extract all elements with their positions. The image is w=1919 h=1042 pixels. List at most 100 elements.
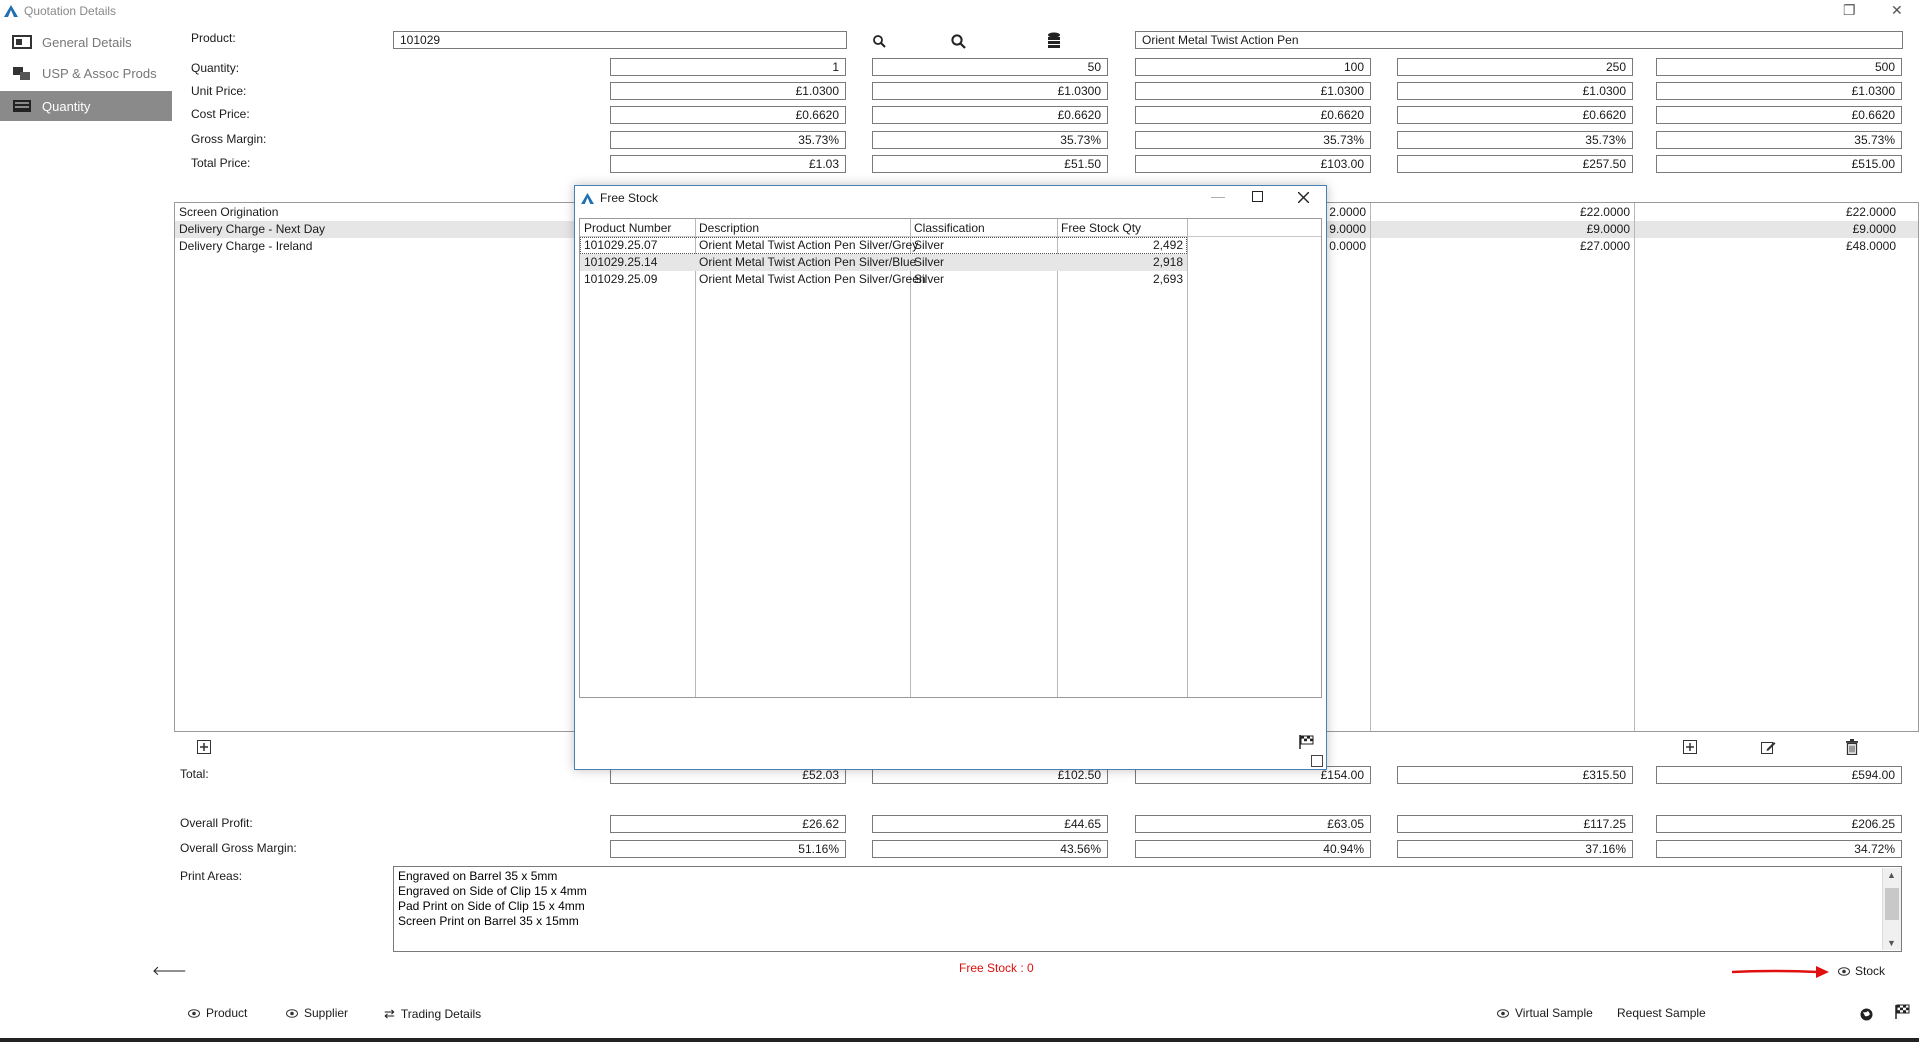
close-icon[interactable] [1298,192,1309,203]
nav-item-usp-assoc-prods[interactable]: USP & Assoc Prods [0,58,172,88]
scroll-up-icon[interactable]: ▲ [1887,870,1896,880]
product-name-field[interactable]: Orient Metal Twist Action Pen [1135,31,1903,49]
col-header-description[interactable]: Description [695,219,910,237]
resize-grip[interactable] [1311,755,1323,767]
footer-product-link[interactable]: Product [188,1006,247,1020]
unit-price-field[interactable]: £1.0300 [1397,82,1633,100]
nav-label: General Details [42,34,132,50]
cost-price-field[interactable]: £0.6620 [872,106,1108,124]
grid-cell-product-number[interactable]: 101029.25.14 [580,254,695,271]
back-arrow-icon[interactable]: 🡐 [152,963,187,979]
overall-profit-field[interactable]: £26.62 [610,815,846,833]
grid-cell-product-number[interactable]: 101029.25.09 [580,271,695,288]
overall-gross-margin-field[interactable]: 40.94% [1135,840,1371,858]
col-header-classification[interactable]: Classification [910,219,1057,237]
overall-gross-margin-field[interactable]: 37.16% [1397,840,1633,858]
gross-margin-field[interactable]: 35.73% [1656,131,1902,149]
maximize-button[interactable] [1252,191,1263,202]
grid-cell-classification[interactable]: Silver [910,271,1057,288]
total-price-field[interactable]: £515.00 [1656,155,1902,173]
close-button[interactable]: ✕ [1891,2,1903,19]
search-large-icon[interactable] [950,33,966,49]
unit-price-field[interactable]: £1.0300 [872,82,1108,100]
minimize-button[interactable]: — [1211,188,1225,204]
print-areas-textarea[interactable]: Engraved on Barrel 35 x 5mm Engraved on … [393,866,1902,952]
overall-gross-margin-field[interactable]: 43.56% [872,840,1108,858]
col-header-product-number[interactable]: Product Number [580,219,695,237]
total-field[interactable]: £594.00 [1656,766,1902,784]
dialog-title: Free Stock [600,191,659,205]
overall-profit-field[interactable]: £44.65 [872,815,1108,833]
checkered-flag-icon[interactable] [1895,1004,1911,1020]
overall-profit-field[interactable]: £63.05 [1135,815,1371,833]
cost-price-field[interactable]: £0.6620 [610,106,846,124]
free-stock-grid[interactable]: Product Number Description Classificatio… [579,218,1322,698]
overall-profit-field[interactable]: £117.25 [1397,815,1633,833]
database-icon[interactable] [1046,32,1062,48]
free-stock-dialog: Free Stock — Product Number Description … [574,185,1327,770]
grid-cell-product-number[interactable]: 101029.25.07 [580,237,695,254]
unit-price-field[interactable]: £1.0300 [610,82,846,100]
total-field[interactable]: £315.50 [1397,766,1633,784]
virtual-sample-link[interactable]: Virtual Sample [1497,1006,1593,1020]
quantity-label: Quantity: [191,61,240,75]
quantity-field[interactable]: 250 [1397,58,1633,76]
grid-cell-classification[interactable]: Silver [910,254,1057,271]
gross-margin-field[interactable]: 35.73% [1135,131,1371,149]
unit-price-field[interactable]: £1.0300 [1135,82,1371,100]
edit-icon[interactable] [1760,739,1776,755]
total-price-field[interactable]: £51.50 [872,155,1108,173]
add-charge-icon[interactable] [196,739,212,755]
overall-profit-field[interactable]: £206.25 [1656,815,1902,833]
delete-icon[interactable] [1844,739,1860,755]
grid-cell-description[interactable]: Orient Metal Twist Action Pen Silver/Gre… [695,237,918,254]
unit-price-field[interactable]: £1.0300 [1656,82,1902,100]
quantity-field[interactable]: 50 [872,58,1108,76]
footer-trading-label: Trading Details [400,1007,482,1021]
scrollbar-thumb[interactable] [1885,888,1899,920]
grid-cell-free-stock-qty[interactable]: 2,918 [1057,254,1187,271]
quantity-field[interactable]: 1 [610,58,846,76]
gross-margin-field[interactable]: 35.73% [610,131,846,149]
globe-icon[interactable] [1858,1006,1874,1022]
restore-button[interactable]: ❐ [1843,2,1856,19]
cost-price-field[interactable]: £0.6620 [1397,106,1633,124]
gross-margin-field[interactable]: 35.73% [872,131,1108,149]
checkered-flag-icon[interactable] [1299,734,1315,750]
footer-supplier-link[interactable]: Supplier [286,1006,348,1020]
charge-name[interactable]: Delivery Charge - Next Day [179,221,325,238]
charge-value: £22.0000 [1579,205,1630,219]
request-sample-link[interactable]: Request Sample [1617,1006,1706,1020]
total-price-field[interactable]: £1.03 [610,155,846,173]
column-divider [1634,203,1635,731]
quantity-field[interactable]: 100 [1135,58,1371,76]
grid-cell-free-stock-qty[interactable]: 2,492 [1057,237,1187,254]
overall-gross-margin-field[interactable]: 51.16% [610,840,846,858]
search-icon[interactable] [871,33,887,49]
cost-price-field[interactable]: £0.6620 [1656,106,1902,124]
product-code-field[interactable]: 101029 [393,31,847,49]
nav-item-general-details[interactable]: General Details [0,27,172,57]
col-header-free-stock-qty[interactable]: Free Stock Qty [1057,219,1321,237]
charge-value: £27.0000 [1579,239,1630,253]
overall-gross-margin-field[interactable]: 34.72% [1656,840,1902,858]
nav-item-quantity[interactable]: Quantity [0,91,172,121]
footer-trading-link[interactable]: ⇄ Trading Details [384,1006,481,1022]
add-icon[interactable] [1682,739,1698,755]
grid-cell-description[interactable]: Orient Metal Twist Action Pen Silver/Blu… [695,254,916,271]
charge-name[interactable]: Delivery Charge - Ireland [179,238,312,255]
gross-margin-field[interactable]: 35.73% [1397,131,1633,149]
quantity-field[interactable]: 500 [1656,58,1902,76]
scroll-down-icon[interactable]: ▼ [1887,938,1896,948]
total-price-field[interactable]: £257.50 [1397,155,1633,173]
app-logo-icon [4,5,18,17]
charge-name[interactable]: Screen Origination [179,204,278,221]
print-areas-label: Print Areas: [180,869,243,883]
grid-cell-classification[interactable]: Silver [910,237,1057,254]
cost-price-field[interactable]: £0.6620 [1135,106,1371,124]
grid-cell-description[interactable]: Orient Metal Twist Action Pen Silver/Gre… [695,271,926,288]
stock-button[interactable]: Stock [1838,964,1885,978]
print-areas-scrollbar[interactable]: ▲ ▼ [1882,868,1901,950]
total-price-field[interactable]: £103.00 [1135,155,1371,173]
grid-cell-free-stock-qty[interactable]: 2,693 [1057,271,1187,288]
